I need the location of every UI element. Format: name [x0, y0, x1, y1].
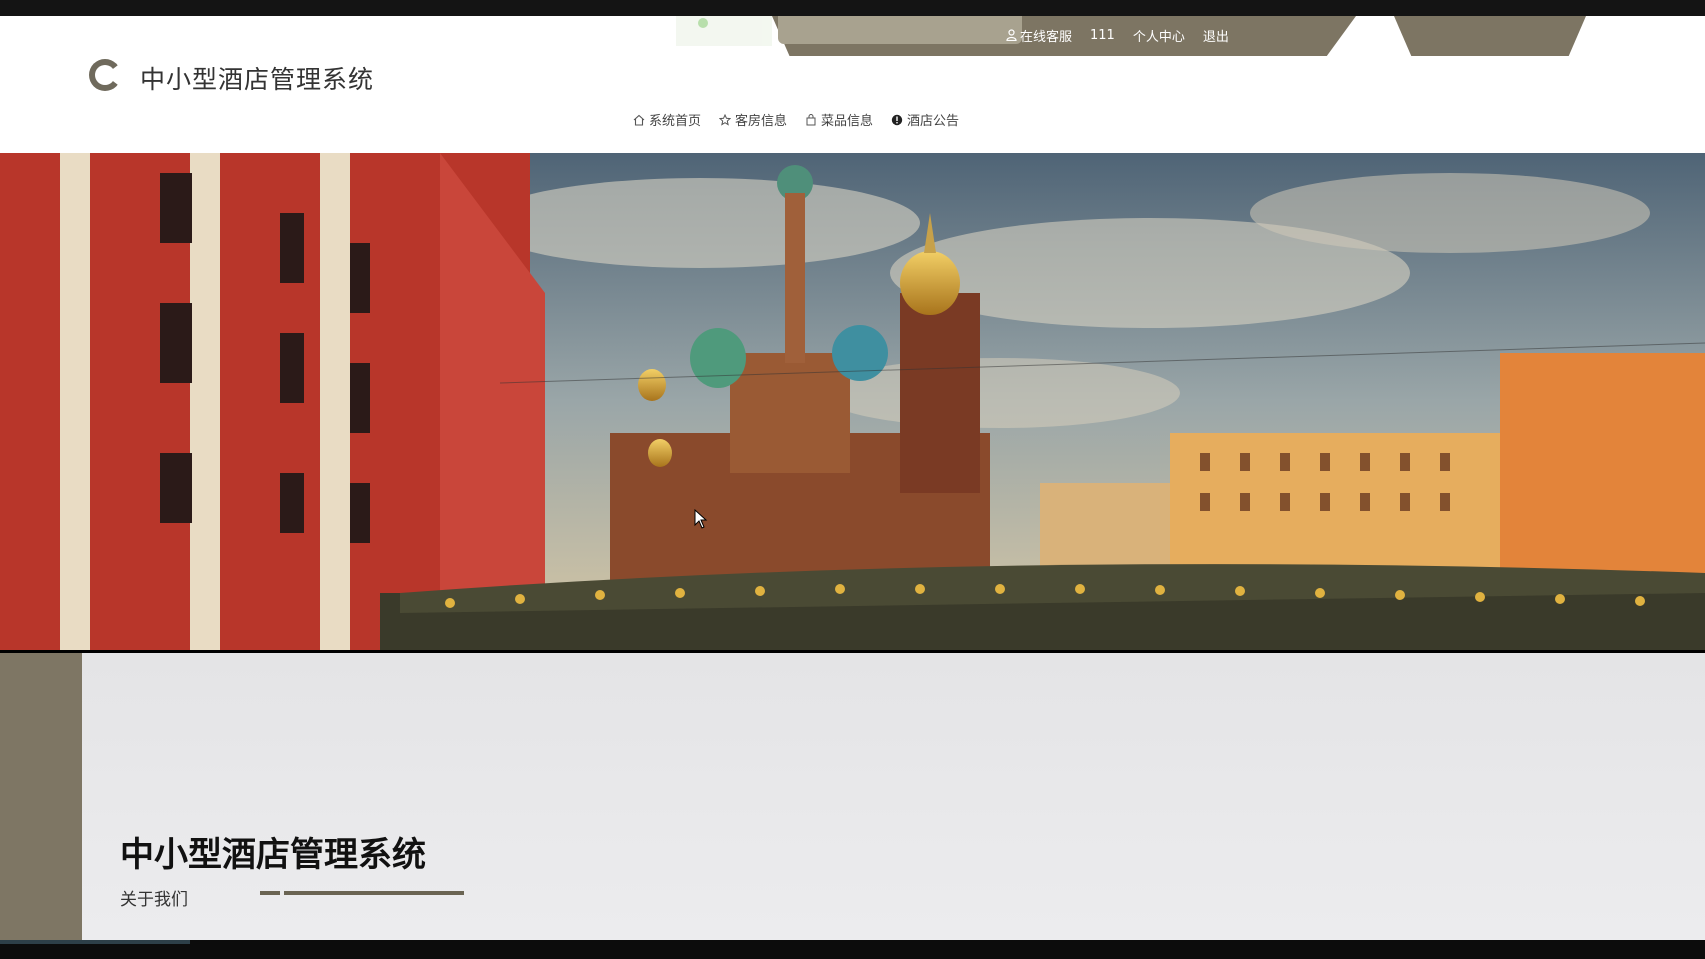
about-side-bar [0, 653, 82, 940]
nav-item-notices[interactable]: 酒店公告 [891, 110, 959, 129]
main-nav: 系统首页 客房信息 菜品信息 酒店公告 [633, 110, 959, 129]
personal-center-link[interactable]: 个人中心 [1133, 26, 1185, 45]
decor-line-short [260, 891, 280, 895]
about-subtitle: 关于我们 [120, 890, 188, 910]
site-title[interactable]: 中小型酒店管理系统 [140, 60, 374, 96]
about-section: 中小型酒店管理系统 关于我们 [0, 653, 1705, 940]
home-icon [633, 114, 645, 126]
top-tab-secondary [1394, 16, 1586, 56]
nav-item-rooms[interactable]: 客房信息 [719, 110, 787, 129]
nav-label: 系统首页 [649, 114, 702, 129]
nav-label: 酒店公告 [907, 114, 960, 129]
hero-banner-image [0, 153, 1705, 650]
window-top-bar [0, 0, 1705, 16]
mouse-cursor-icon [694, 509, 708, 529]
faint-tab [676, 16, 772, 46]
window-bottom-bar [0, 940, 1705, 959]
logout-link[interactable]: 退出 [1203, 26, 1229, 45]
nav-label: 菜品信息 [821, 114, 874, 129]
status-dot-icon [698, 18, 708, 28]
site-header: 在线客服 111 个人中心 退出 中小型酒店管理系统 系统首页 客房信息 菜品信… [0, 16, 1705, 153]
top-links: 在线客服 111 个人中心 退出 [1006, 25, 1229, 45]
online-service-label: 在线客服 [1020, 29, 1073, 45]
banner-illustration [0, 153, 1705, 650]
bottom-accent [0, 940, 190, 944]
user-icon [1006, 29, 1017, 41]
decor-line-long [284, 891, 464, 895]
nav-label: 客房信息 [735, 114, 788, 129]
about-title: 中小型酒店管理系统 [120, 835, 426, 875]
bag-icon [806, 113, 816, 125]
username-link[interactable]: 111 [1090, 28, 1115, 43]
info-icon [891, 114, 903, 125]
star-icon [719, 113, 732, 126]
logo-icon[interactable] [88, 58, 122, 92]
nav-item-dishes[interactable]: 菜品信息 [805, 110, 873, 129]
online-service-link[interactable]: 在线客服 [1006, 26, 1072, 45]
nav-item-home[interactable]: 系统首页 [633, 110, 701, 129]
top-tab-highlight [778, 16, 1022, 44]
